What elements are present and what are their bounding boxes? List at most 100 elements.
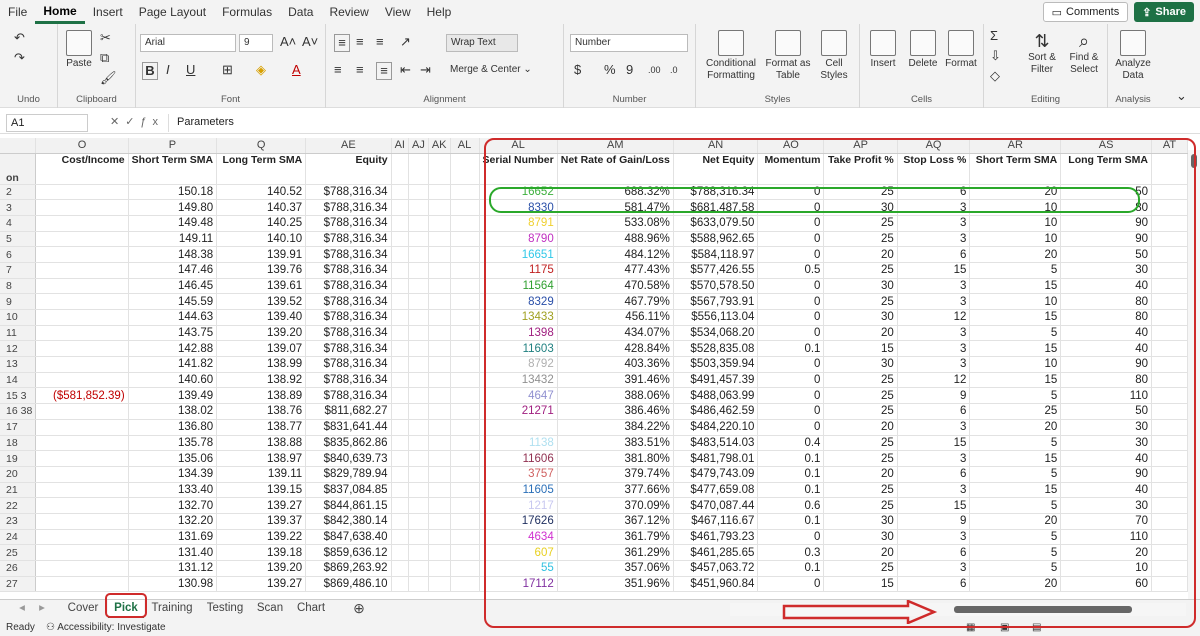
row-header[interactable]: 19 xyxy=(0,450,37,467)
net-equity-cell[interactable]: $633,079.50 xyxy=(673,215,759,232)
delete-cells-button[interactable]: Delete xyxy=(904,30,942,70)
table-header-cell[interactable] xyxy=(428,153,451,185)
narrow-cell[interactable] xyxy=(428,387,451,405)
row-header[interactable]: 2 xyxy=(0,184,37,201)
equity-cell[interactable]: $847,638.40 xyxy=(305,529,392,546)
net-equity-cell[interactable]: $467,116.67 xyxy=(673,513,759,530)
take-profit-cell[interactable]: 25 xyxy=(823,262,898,279)
equity-cell[interactable]: $811,682.27 xyxy=(305,403,392,420)
long-sma-cell[interactable]: 139.20 xyxy=(216,325,307,342)
narrow-cell[interactable] xyxy=(391,435,409,452)
serial-number-cell[interactable]: 607 xyxy=(479,544,558,561)
serial-number-cell[interactable]: 16652 xyxy=(479,184,558,201)
net-rate-cell[interactable]: 428.84% xyxy=(557,340,674,358)
underline-icon[interactable]: U xyxy=(186,62,195,78)
long-term-sma-cell[interactable]: 30 xyxy=(1060,435,1153,452)
narrow-cell[interactable] xyxy=(391,482,409,499)
cost-income-cell[interactable] xyxy=(35,529,129,546)
serial-number-cell[interactable]: 8790 xyxy=(479,231,558,248)
row-header[interactable]: 17 xyxy=(0,419,37,436)
net-rate-cell[interactable]: 688.32% xyxy=(557,184,674,201)
equity-cell[interactable]: $835,862.86 xyxy=(305,435,392,452)
empty-cell[interactable] xyxy=(1151,278,1188,295)
narrow-cell[interactable] xyxy=(408,246,429,263)
name-box[interactable]: A1 xyxy=(6,114,88,132)
menu-view[interactable]: View xyxy=(377,0,419,24)
increase-decimal-icon[interactable]: .00 xyxy=(648,62,661,78)
table-header-cell[interactable]: Equity xyxy=(305,153,392,185)
long-term-sma-cell[interactable]: 80 xyxy=(1060,309,1153,326)
align-top-icon[interactable]: ≡ xyxy=(334,34,350,52)
font-color-icon[interactable]: A xyxy=(292,62,301,78)
narrow-cell[interactable] xyxy=(391,215,409,232)
stop-loss-cell[interactable]: 3 xyxy=(897,529,971,546)
cost-income-cell[interactable] xyxy=(35,435,129,452)
equity-cell[interactable]: $788,316.34 xyxy=(305,231,392,248)
take-profit-cell[interactable]: 25 xyxy=(823,482,898,499)
empty-cell[interactable] xyxy=(1151,513,1188,530)
net-equity-cell[interactable]: $584,118.97 xyxy=(673,246,759,263)
short-sma-cell[interactable]: 139.49 xyxy=(128,387,218,405)
net-equity-cell[interactable]: $488,063.99 xyxy=(673,387,759,405)
narrow-cell[interactable] xyxy=(450,356,480,373)
narrow-cell[interactable] xyxy=(408,466,429,483)
equity-cell[interactable]: $788,316.34 xyxy=(305,387,392,405)
cost-income-cell[interactable] xyxy=(35,293,129,310)
long-term-sma-cell[interactable]: 10 xyxy=(1060,560,1153,577)
table-header-cell[interactable]: Short Term SMA xyxy=(128,153,218,185)
narrow-cell[interactable] xyxy=(428,184,451,201)
spreadsheet-grid[interactable]: O P Q AE AI AJ AK AL AL AM AN AO AP AQ AR AS AT on Cost/I… xyxy=(0,138,1188,599)
short-term-sma-cell[interactable]: 20 xyxy=(969,513,1062,530)
increase-indent-icon[interactable]: ⇥ xyxy=(420,62,431,78)
take-profit-cell[interactable]: 25 xyxy=(823,231,898,248)
net-rate-cell[interactable]: 361.29% xyxy=(557,544,674,561)
narrow-cell[interactable] xyxy=(391,529,409,546)
row-header[interactable]: 5 xyxy=(0,231,37,248)
momentum-cell[interactable]: 0 xyxy=(757,231,825,248)
serial-number-cell[interactable]: 8792 xyxy=(479,356,558,373)
serial-number-cell[interactable]: 17112 xyxy=(479,576,558,593)
font-name-select[interactable]: Arial xyxy=(140,34,236,52)
add-sheet-icon[interactable]: ⊕ xyxy=(348,600,370,618)
narrow-cell[interactable] xyxy=(450,450,480,467)
narrow-cell[interactable] xyxy=(450,435,480,452)
tab-scan[interactable]: Scan xyxy=(252,600,288,618)
narrow-cell[interactable] xyxy=(408,387,429,405)
borders-icon[interactable]: ⊞ xyxy=(222,62,233,78)
cell-styles-button[interactable]: Cell Styles xyxy=(814,30,854,82)
net-rate-cell[interactable]: 403.36% xyxy=(557,356,674,373)
empty-cell[interactable] xyxy=(1151,419,1188,436)
row-header[interactable]: 15 3 xyxy=(0,387,37,405)
stop-loss-cell[interactable]: 15 xyxy=(897,435,971,452)
narrow-cell[interactable] xyxy=(408,497,429,514)
short-term-sma-cell[interactable]: 5 xyxy=(969,466,1062,483)
serial-number-cell[interactable]: 1398 xyxy=(479,325,558,342)
cost-income-cell[interactable] xyxy=(35,199,129,216)
comma-icon[interactable]: 9 xyxy=(626,62,633,78)
take-profit-cell[interactable]: 25 xyxy=(823,293,898,310)
net-equity-cell[interactable]: $567,793.91 xyxy=(673,293,759,310)
net-rate-cell[interactable]: 533.08% xyxy=(557,215,674,232)
short-term-sma-cell[interactable]: 5 xyxy=(969,387,1062,405)
find-select-button[interactable]: ⌕ Find & Select xyxy=(1064,30,1104,76)
take-profit-cell[interactable]: 25 xyxy=(823,372,898,389)
net-rate-cell[interactable]: 384.22% xyxy=(557,419,674,436)
narrow-cell[interactable] xyxy=(450,262,480,279)
row-header[interactable]: 13 xyxy=(0,356,37,373)
narrow-cell[interactable] xyxy=(408,419,429,436)
tab-training[interactable]: Training xyxy=(146,600,198,618)
cost-income-cell[interactable] xyxy=(35,403,129,420)
net-rate-cell[interactable]: 477.43% xyxy=(557,262,674,279)
column-header[interactable]: AI xyxy=(391,138,409,154)
equity-cell[interactable]: $840,639.73 xyxy=(305,450,392,467)
short-term-sma-cell[interactable]: 10 xyxy=(969,293,1062,310)
short-term-sma-cell[interactable]: 5 xyxy=(969,560,1062,577)
net-rate-cell[interactable]: 379.74% xyxy=(557,466,674,483)
fill-icon[interactable]: ⇩ xyxy=(990,48,1001,64)
narrow-cell[interactable] xyxy=(408,372,429,389)
narrow-cell[interactable] xyxy=(408,482,429,499)
serial-number-cell[interactable]: 17626 xyxy=(479,513,558,530)
short-term-sma-cell[interactable]: 15 xyxy=(969,309,1062,326)
short-term-sma-cell[interactable]: 5 xyxy=(969,262,1062,279)
narrow-cell[interactable] xyxy=(450,560,480,577)
